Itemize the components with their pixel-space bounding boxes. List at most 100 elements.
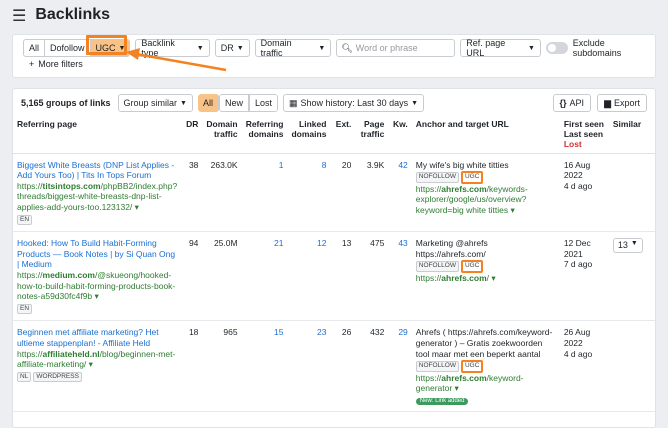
similar-cell: 13 ▼ (608, 231, 655, 322)
search-icon: 🔍︎ (341, 42, 353, 53)
url-domain: medium.com (42, 270, 95, 280)
referring-page-title[interactable]: Hooked: How To Build Habit-Forming Produ… (17, 238, 177, 270)
col-linked-domains[interactable]: Linked domains (287, 116, 331, 154)
export-label: Export (613, 98, 640, 108)
chevron-down-icon: ▼ (180, 99, 187, 107)
referring-page-url[interactable]: https://affiliateheld.nl/blog/beginnen-m… (17, 349, 177, 370)
group-similar-dropdown[interactable]: Group similar ▼ (117, 94, 193, 112)
similar-cell (608, 153, 655, 233)
last-seen: 7 d ago (563, 259, 593, 270)
col-kw[interactable]: Kw. (388, 116, 412, 154)
table-row: Hooked: How To Build Habit-Forming Produ… (13, 231, 655, 322)
linked-domains-value[interactable]: 23 (287, 320, 331, 413)
tab-status-all[interactable]: All (197, 94, 219, 112)
anchor-text: My wife's big white titties (415, 159, 509, 170)
chevron-down-icon: ▼ (318, 44, 326, 52)
results-count: 5,165 groups of links (21, 98, 111, 108)
table-row: Beginnen met affiliate marketing? Het ul… (13, 320, 655, 413)
nofollow-badge: NOFOLLOW (415, 172, 459, 183)
referring-page-url[interactable]: https://titsintops.com/phpBB2/index.php?… (17, 181, 177, 213)
referring-page-url[interactable]: https://medium.com/@skueong/hooked-how-t… (17, 270, 177, 302)
seen-cell: 12 Dec 2021 7 d ago (559, 231, 609, 322)
target-url[interactable]: https://ahrefs.com/ ▾ (416, 273, 556, 284)
similar-dropdown[interactable]: 13 ▼ (612, 238, 643, 254)
col-anchor[interactable]: Anchor and target URL (411, 116, 560, 154)
tab-status-new[interactable]: New (219, 94, 250, 112)
linked-domains-value[interactable]: 8 (287, 153, 331, 233)
ext-value: 13 (330, 231, 356, 322)
language-badge: NL (17, 371, 32, 383)
referring-page-title[interactable]: Biggest White Breasts (DNP List Applies … (17, 160, 177, 181)
ugc-badge: UGC (460, 260, 484, 273)
search-input[interactable]: 🔍︎ Word or phrase (336, 39, 456, 57)
referring-domains-value[interactable]: 15 (241, 320, 288, 413)
referring-domains-value[interactable]: 21 (241, 231, 288, 322)
domain-traffic-value: 25.0M (202, 231, 242, 322)
kw-value[interactable]: 42 (388, 153, 412, 233)
backlinks-table: Referring page DR Domain traffic Referri… (13, 116, 655, 413)
chevron-down-icon: ▼ (528, 44, 535, 52)
page-traffic-value: 3.9K (355, 153, 389, 233)
chevron-down-icon: ▼ (630, 240, 638, 248)
page-traffic-value: 432 (355, 320, 389, 413)
table-row: Biggest White Breasts (DNP List Applies … (13, 153, 655, 233)
col-similar[interactable]: Similar (608, 116, 655, 154)
col-page-traffic[interactable]: Page traffic (355, 116, 389, 154)
domain-traffic-value: 263.0K (202, 153, 242, 233)
new-link-badge: New: Link added (415, 397, 469, 406)
referring-domains-value[interactable]: 1 (241, 153, 288, 233)
target-url-domain: ahrefs.com (441, 183, 487, 194)
domain-traffic-label: Domain traffic (260, 38, 292, 58)
col-ext[interactable]: Ext. (330, 116, 356, 154)
domain-traffic-dropdown[interactable]: Domain traffic ▼ (254, 38, 332, 58)
col-seen-label: First seen Last seen (563, 119, 604, 140)
referring-page-cell: Beginnen met affiliate marketing? Het ul… (13, 320, 182, 413)
target-url[interactable]: https://ahrefs.com/keywords-explorer/goo… (416, 184, 556, 216)
col-domain-traffic[interactable]: Domain traffic (202, 116, 242, 154)
tab-dofollow[interactable]: Dofollow (45, 40, 91, 56)
target-url-prefix: https:// (415, 272, 442, 283)
target-url-path: / ▾ (486, 272, 496, 283)
plus-icon: + (29, 59, 35, 69)
backlinks-panel: 5,165 groups of links Group similar ▼ All… (12, 88, 656, 428)
page-header: ☰ Backlinks (0, 0, 668, 30)
ref-page-url-dropdown[interactable]: Ref. page URL ▼ (460, 38, 541, 58)
seen-cell: 26 Aug 2022 4 d ago (559, 320, 609, 413)
referring-page-cell: Hooked: How To Build Habit-Forming Produ… (13, 231, 182, 322)
api-label: API (569, 98, 585, 108)
target-url-prefix: https:// (415, 183, 442, 194)
last-seen: 4 d ago (563, 180, 593, 191)
first-seen: 12 Dec 2021 (563, 238, 591, 259)
ugc-badge: UGC (460, 171, 484, 184)
col-referring-domains[interactable]: Referring domains (241, 116, 288, 154)
export-button[interactable]: ▆ Export (597, 94, 647, 112)
target-url-prefix: https:// (415, 372, 442, 383)
seen-cell: 16 Aug 2022 4 d ago (559, 153, 609, 233)
exclude-subdomains-toggle[interactable] (545, 42, 568, 54)
tab-status-lost[interactable]: Lost (249, 94, 279, 112)
chevron-down-icon: ▼ (411, 99, 419, 107)
ext-value: 26 (330, 320, 356, 413)
history-dropdown[interactable]: ▦ Show history: Last 30 days ▼ (283, 94, 425, 112)
lost-label: Lost (563, 139, 582, 150)
col-referring-page[interactable]: Referring page (13, 116, 182, 154)
cms-badge: WORDPRESS (33, 371, 82, 383)
target-url[interactable]: https://ahrefs.com/keyword-generator ▾ (416, 373, 556, 394)
kw-value[interactable]: 29 (388, 320, 412, 413)
page-traffic-value: 475 (355, 231, 389, 322)
col-seen[interactable]: First seen Last seen Lost (559, 116, 609, 154)
more-filters-button[interactable]: + More filters (29, 59, 83, 69)
url-domain: titsintops.com (42, 180, 101, 191)
referring-page-title[interactable]: Beginnen met affiliate marketing? Het ul… (17, 327, 177, 348)
similar-cell (608, 320, 655, 413)
ext-value: 20 (330, 153, 356, 233)
calendar-icon: ▦ (289, 97, 298, 108)
linked-domains-value[interactable]: 12 (287, 231, 331, 322)
referring-page-cell: Biggest White Breasts (DNP List Applies … (13, 153, 182, 233)
api-button[interactable]: {} API (552, 94, 592, 112)
col-dr[interactable]: DR (181, 116, 203, 154)
kw-value[interactable]: 43 (388, 231, 412, 322)
dr-value: 18 (181, 320, 203, 413)
tab-all[interactable]: All (24, 40, 46, 56)
hamburger-icon[interactable]: ☰ (12, 6, 26, 25)
